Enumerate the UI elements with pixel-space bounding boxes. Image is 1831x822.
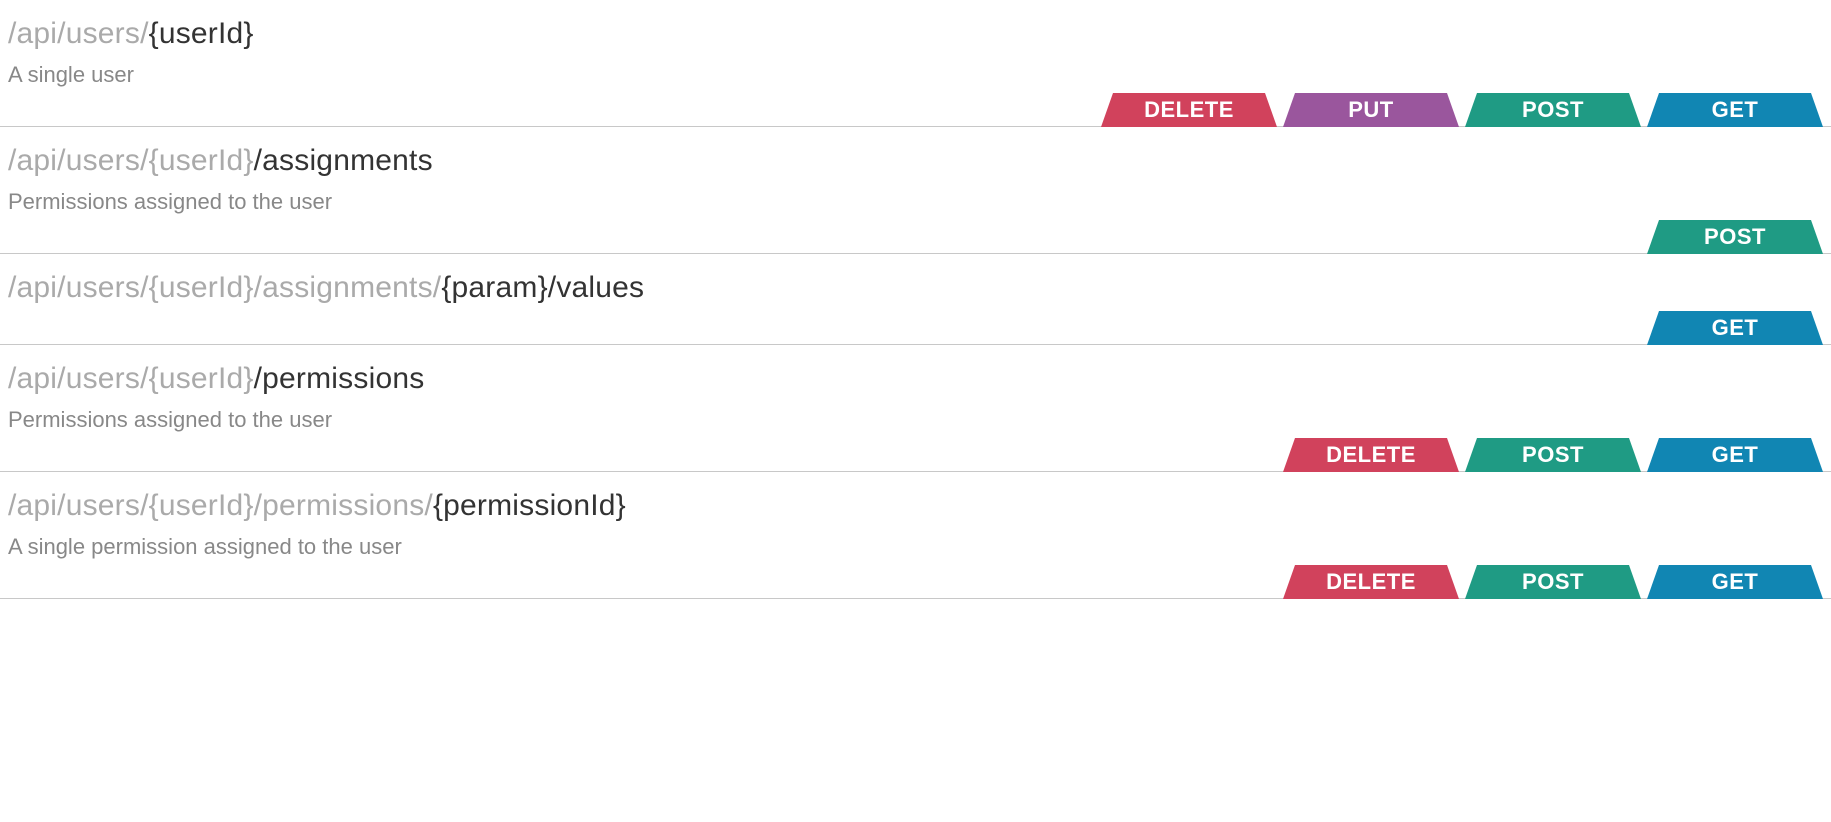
method-tab-get[interactable]: GET [1647,311,1823,345]
method-tabs: POST [1647,220,1823,254]
endpoint-description: Permissions assigned to the user [8,189,1823,215]
method-tab-put[interactable]: PUT [1283,93,1459,127]
method-tab-delete[interactable]: DELETE [1283,438,1459,472]
path-segment-dim: /api/users/ [8,17,149,50]
path-segment-dim: /api/users/{userId}/assignments/ [8,271,441,304]
endpoint-path: /api/users/{userId} [8,16,1823,52]
method-tabs: GET [1647,311,1823,345]
path-segment-bold: {param}/values [441,271,644,304]
endpoint-path: /api/users/{userId}/assignments/{param}/… [8,270,1823,306]
path-segment-bold: {userId} [149,17,254,50]
path-segment-bold: /permissions [254,362,425,395]
method-tabs: DELETE POST GET [1283,565,1823,599]
endpoint-description: A single user [8,62,1823,88]
path-segment-dim: /api/users/{userId}/permissions/ [8,489,433,522]
endpoint-row: /api/users/{userId}/assignments/{param}/… [0,254,1831,345]
path-segment-bold: {permissionId} [433,489,626,522]
method-tab-get[interactable]: GET [1647,565,1823,599]
method-tabs: DELETE POST GET [1283,438,1823,472]
method-tab-post[interactable]: POST [1465,438,1641,472]
endpoint-description: Permissions assigned to the user [8,407,1823,433]
endpoint-path: /api/users/{userId}/permissions [8,361,1823,397]
path-segment-dim: /api/users/{userId} [8,144,254,177]
method-tab-delete[interactable]: DELETE [1283,565,1459,599]
endpoint-row: /api/users/{userId} A single user DELETE… [0,0,1831,127]
endpoints-list: /api/users/{userId} A single user DELETE… [0,0,1831,599]
endpoint-path: /api/users/{userId}/permissions/{permiss… [8,488,1823,524]
method-tab-post[interactable]: POST [1465,565,1641,599]
method-tab-get[interactable]: GET [1647,438,1823,472]
endpoint-row: /api/users/{userId}/assignments Permissi… [0,127,1831,254]
method-tabs: DELETE PUT POST GET [1101,93,1823,127]
method-tab-delete[interactable]: DELETE [1101,93,1277,127]
path-segment-dim: /api/users/{userId} [8,362,254,395]
endpoint-description: A single permission assigned to the user [8,534,1823,560]
endpoint-row: /api/users/{userId}/permissions/{permiss… [0,472,1831,599]
method-tab-post[interactable]: POST [1465,93,1641,127]
endpoint-path: /api/users/{userId}/assignments [8,143,1823,179]
endpoint-row: /api/users/{userId}/permissions Permissi… [0,345,1831,472]
path-segment-bold: /assignments [254,144,433,177]
method-tab-get[interactable]: GET [1647,93,1823,127]
method-tab-post[interactable]: POST [1647,220,1823,254]
